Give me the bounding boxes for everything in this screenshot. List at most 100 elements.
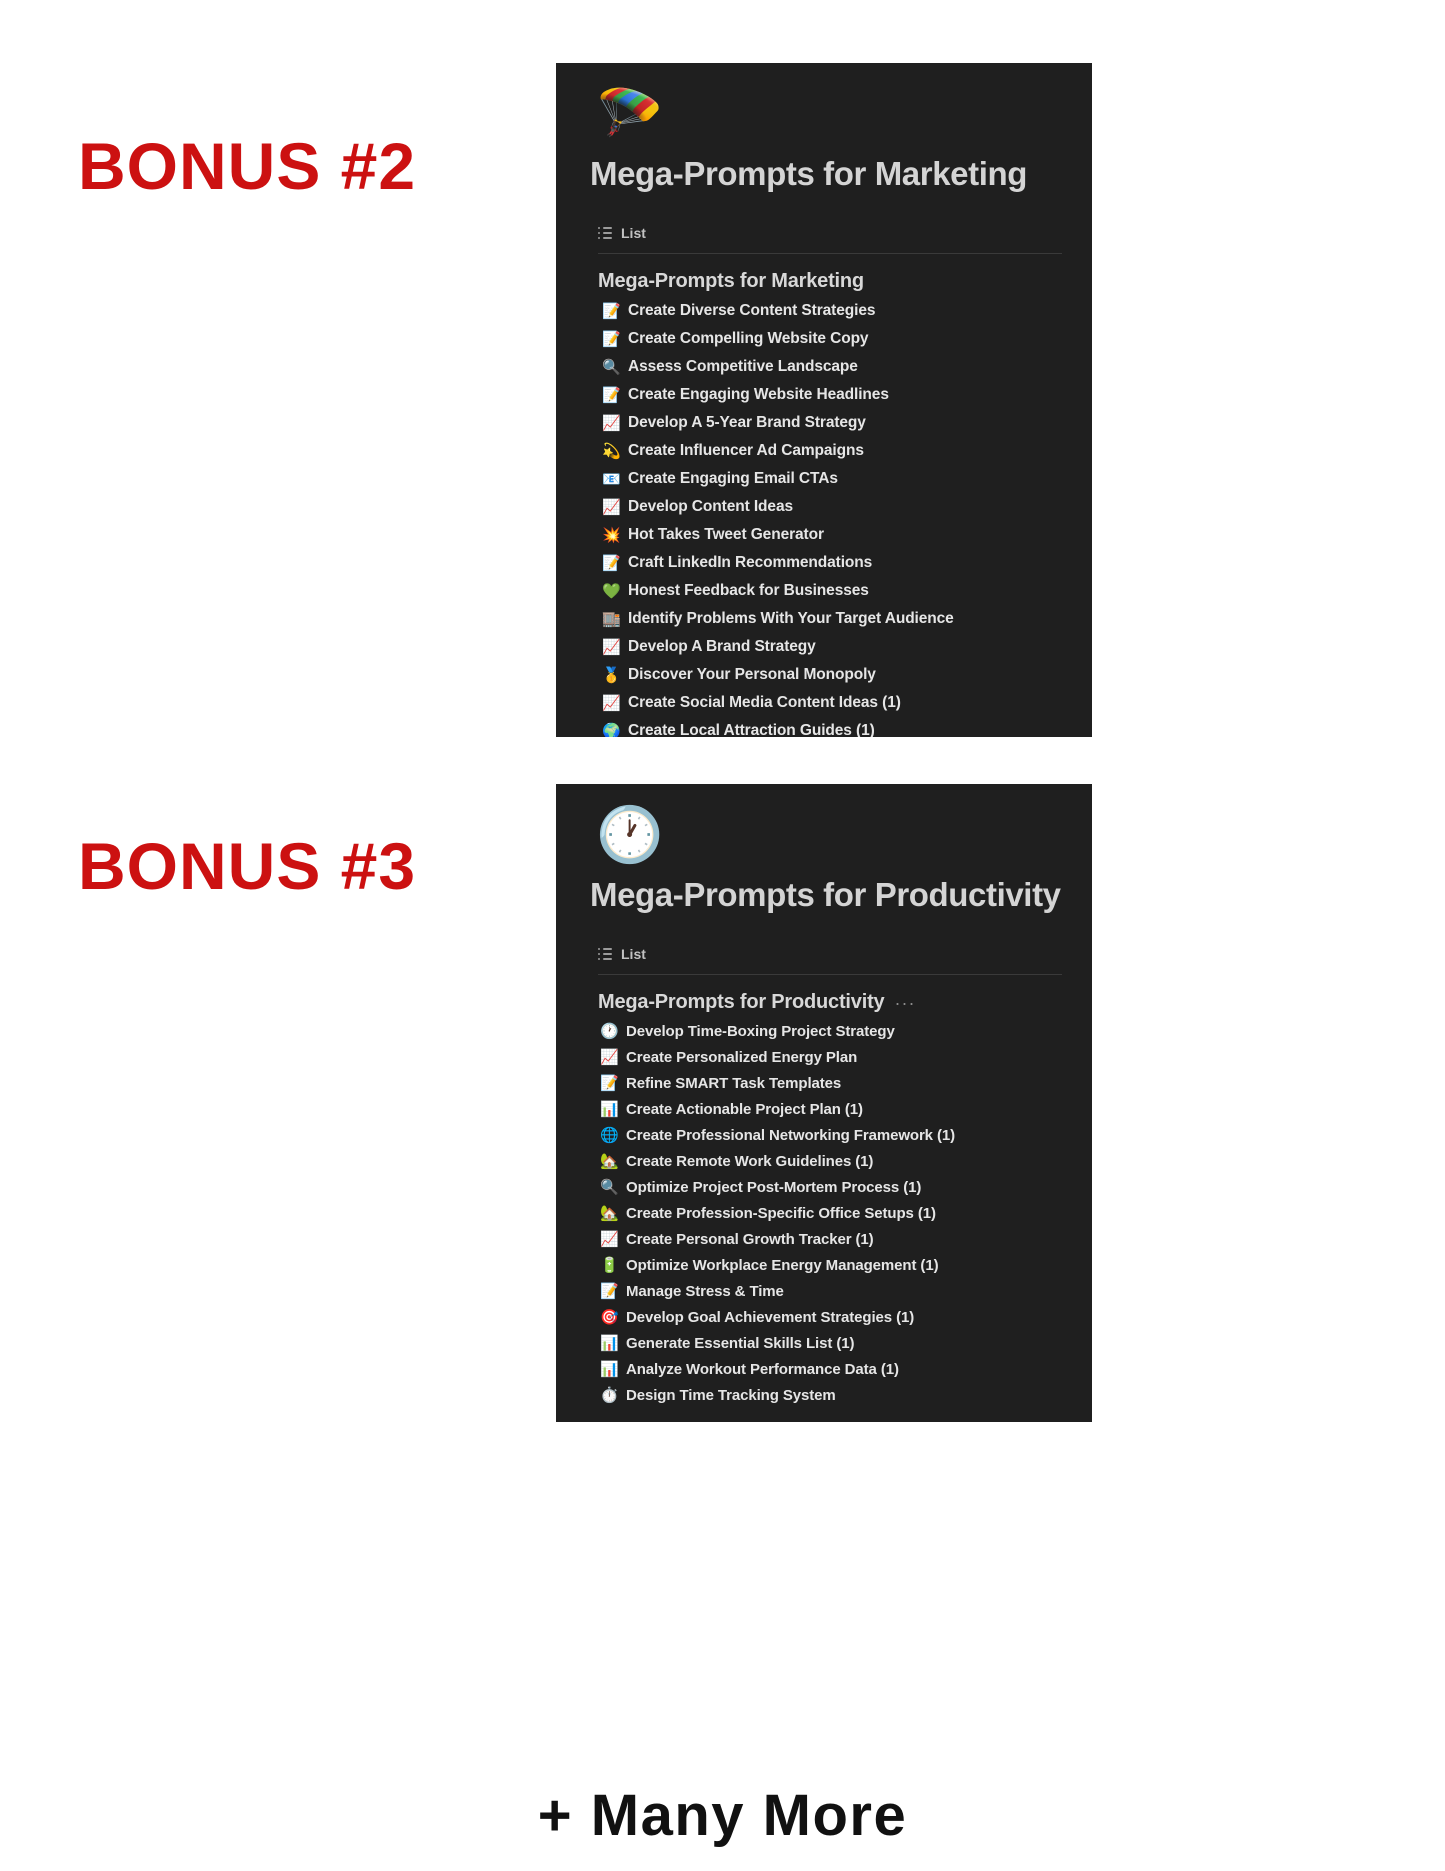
list-item-label: Honest Feedback for Businesses: [628, 582, 869, 599]
list-item[interactable]: 🏡 Create Profession-Specific Office Setup…: [556, 1200, 1092, 1226]
list-item[interactable]: 🔋 Optimize Workplace Energy Management (1…: [556, 1252, 1092, 1278]
list-item[interactable]: 🌐 Create Professional Networking Framewor…: [556, 1122, 1092, 1148]
view-tab-label: List: [621, 946, 646, 962]
marketing-card-title: Mega-Prompts for Marketing: [590, 155, 1027, 192]
stopwatch-icon: ⏱️: [600, 1386, 619, 1404]
memo-icon: 📝: [600, 1074, 619, 1092]
list-item-label: Manage Stress & Time: [626, 1282, 784, 1300]
chart-increasing-icon: 📈: [602, 694, 621, 712]
chart-increasing-icon: 📈: [602, 498, 621, 516]
memo-icon: 📝: [600, 1282, 619, 1300]
list-item-label: Create Personalized Energy Plan: [626, 1048, 858, 1066]
list-item-label: Create Remote Work Guidelines (1): [626, 1152, 874, 1170]
list-item[interactable]: 🥇 Discover Your Personal Monopoly: [556, 661, 1092, 689]
globe-meridians-icon: 🌐: [600, 1126, 619, 1144]
productivity-card: 🕐 Mega-Prompts for Productivity List Meg…: [556, 784, 1092, 1422]
list-item-label: Create Diverse Content Strategies: [628, 302, 876, 319]
list-item[interactable]: 📈 Create Personalized Energy Plan: [556, 1044, 1092, 1070]
list-item-label: Develop A Brand Strategy: [628, 638, 816, 655]
list-item[interactable]: ⏱️ Design Time Tracking System: [556, 1382, 1092, 1408]
list-item-label: Create Social Media Content Ideas (1): [628, 694, 901, 711]
list-item[interactable]: 🌍 Create Local Attraction Guides (1): [556, 717, 1092, 737]
chart-increasing-icon: 📈: [600, 1230, 619, 1248]
list-item-label: Hot Takes Tweet Generator: [628, 526, 824, 543]
list-item-label: Analyze Workout Performance Data (1): [626, 1360, 899, 1378]
list-item-label: Create Influencer Ad Campaigns: [628, 442, 864, 459]
list-item-label: Create Personal Growth Tracker (1): [626, 1230, 874, 1248]
list-item[interactable]: 🎯 Develop Goal Achievement Strategies (1): [556, 1304, 1092, 1330]
globe-icon: 🌍: [602, 722, 621, 738]
list-item[interactable]: 💚 Honest Feedback for Businesses: [556, 577, 1092, 605]
collision-icon: 💥: [602, 526, 621, 544]
section-title: Mega-Prompts for Marketing: [598, 270, 864, 292]
bar-chart-icon: 📊: [600, 1334, 619, 1352]
list-item[interactable]: 🔍 Optimize Project Post-Mortem Process (1…: [556, 1174, 1092, 1200]
list-item[interactable]: 📝 Create Engaging Website Headlines: [556, 381, 1092, 409]
memo-icon: 📝: [602, 386, 621, 404]
list-item[interactable]: 📈 Develop A 5-Year Brand Strategy: [556, 409, 1092, 437]
house-with-garden-icon: 🏡: [600, 1152, 619, 1170]
memo-icon: 📝: [602, 554, 621, 572]
house-with-garden-icon: 🏡: [600, 1204, 619, 1222]
list-item-label: Create Engaging Email CTAs: [628, 470, 838, 487]
list-item-label: Design Time Tracking System: [626, 1386, 836, 1404]
list-item[interactable]: 📝 Manage Stress & Time: [556, 1278, 1092, 1304]
list-item[interactable]: 📊 Analyze Workout Performance Data (1): [556, 1356, 1092, 1382]
list-item[interactable]: 📝 Create Compelling Website Copy: [556, 325, 1092, 353]
productivity-card-title: Mega-Prompts for Productivity: [590, 876, 1061, 913]
clock-icon: 🕐: [596, 805, 664, 865]
list-item[interactable]: 📝 Refine SMART Task Templates: [556, 1070, 1092, 1096]
clock-icon: 🕐: [600, 1022, 619, 1040]
productivity-section-header: Mega-Prompts for Productivity ···: [598, 991, 1092, 1014]
first-place-medal-icon: 🥇: [602, 666, 621, 684]
magnifying-glass-icon: 🔍: [602, 358, 621, 376]
list-item[interactable]: 💫 Create Influencer Ad Campaigns: [556, 437, 1092, 465]
marketing-section-header: Mega-Prompts for Marketing: [598, 270, 1092, 293]
more-options-icon[interactable]: ···: [894, 994, 915, 1012]
list-item-label: Create Profession-Specific Office Setups…: [626, 1204, 936, 1222]
list-item[interactable]: 📊 Generate Essential Skills List (1): [556, 1330, 1092, 1356]
list-item[interactable]: 📝 Craft LinkedIn Recommendations: [556, 549, 1092, 577]
view-tab-list-marketing[interactable]: List: [598, 223, 1092, 243]
list-item[interactable]: 📊 Create Actionable Project Plan (1): [556, 1096, 1092, 1122]
list-icon: [598, 948, 612, 961]
email-icon: 📧: [602, 470, 621, 488]
list-item-label: Create Actionable Project Plan (1): [626, 1100, 863, 1118]
chart-increasing-icon: 📈: [602, 638, 621, 656]
list-item-label: Refine SMART Task Templates: [626, 1074, 842, 1092]
magnifying-glass-icon: 🔍: [600, 1178, 619, 1196]
dizzy-icon: 💫: [602, 442, 621, 460]
list-item-label: Discover Your Personal Monopoly: [628, 666, 876, 683]
list-item[interactable]: 📈 Create Social Media Content Ideas (1): [556, 689, 1092, 717]
list-item[interactable]: 🔍 Assess Competitive Landscape: [556, 353, 1092, 381]
list-item-label: Develop Goal Achievement Strategies (1): [626, 1308, 915, 1326]
chart-increasing-icon: 📈: [602, 414, 621, 432]
direct-hit-icon: 🎯: [600, 1308, 619, 1326]
list-item-label: Assess Competitive Landscape: [628, 358, 858, 375]
list-item[interactable]: 📈 Develop A Brand Strategy: [556, 633, 1092, 661]
list-icon: [598, 227, 612, 240]
view-tab-list-productivity[interactable]: List: [598, 944, 1092, 964]
section-title: Mega-Prompts for Productivity: [598, 991, 885, 1013]
list-item[interactable]: 💥 Hot Takes Tweet Generator: [556, 521, 1092, 549]
list-item[interactable]: 📝 Create Diverse Content Strategies: [556, 297, 1092, 325]
list-item[interactable]: 📈 Develop Content Ideas: [556, 493, 1092, 521]
list-item-label: Optimize Project Post-Mortem Process (1): [626, 1178, 922, 1196]
list-item-label: Create Engaging Website Headlines: [628, 386, 889, 403]
list-item[interactable]: 🏡 Create Remote Work Guidelines (1): [556, 1148, 1092, 1174]
view-tab-label: List: [621, 225, 646, 241]
list-item-label: Generate Essential Skills List (1): [626, 1334, 855, 1352]
list-item[interactable]: 📈 Create Personal Growth Tracker (1): [556, 1226, 1092, 1252]
list-item[interactable]: 🕐 Develop Time-Boxing Project Strategy: [556, 1018, 1092, 1044]
chart-increasing-icon: 📈: [600, 1048, 619, 1066]
promo-page: BONUS #2 BONUS #3 🪂 Mega-Prompts for Mar…: [0, 0, 1445, 1871]
memo-icon: 📝: [602, 302, 621, 320]
divider: [598, 974, 1062, 975]
list-item[interactable]: 📧 Create Engaging Email CTAs: [556, 465, 1092, 493]
bonus-2-label: BONUS #2: [78, 129, 417, 203]
marketing-card: 🪂 Mega-Prompts for Marketing List Mega-P…: [556, 63, 1092, 737]
divider: [598, 253, 1062, 254]
battery-icon: 🔋: [600, 1256, 619, 1274]
list-item[interactable]: 🏬 Identify Problems With Your Target Audi…: [556, 605, 1092, 633]
list-item-label: Craft LinkedIn Recommendations: [628, 554, 873, 571]
